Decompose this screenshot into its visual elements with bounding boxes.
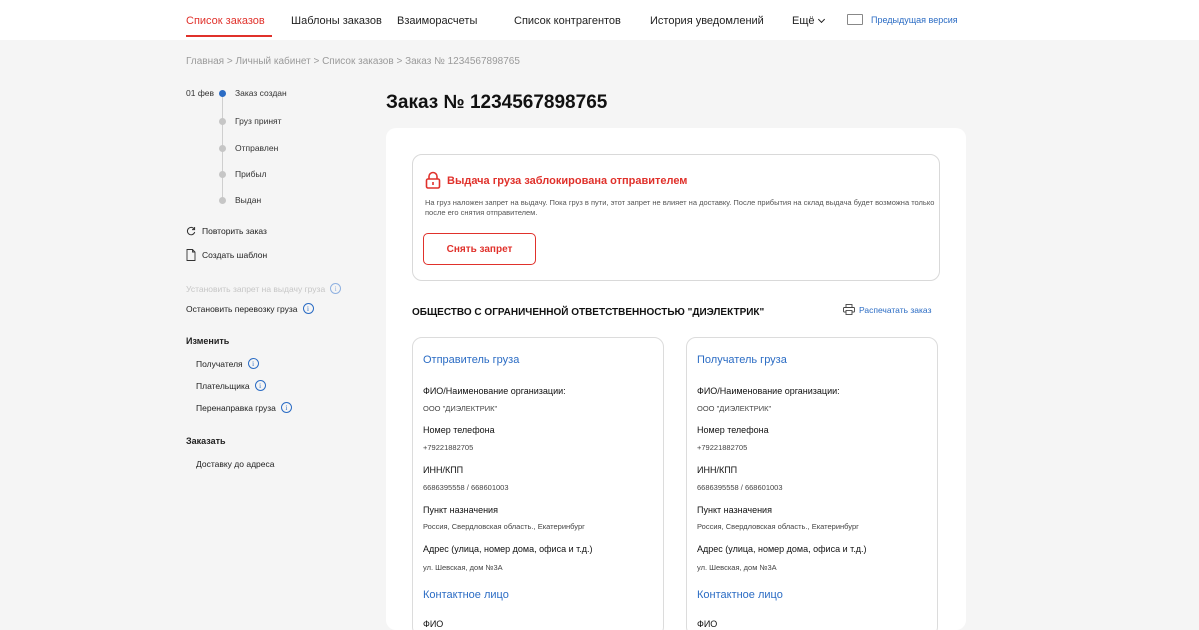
receiver-phone-label: Номер телефона — [697, 425, 769, 435]
change-section-title: Изменить — [186, 336, 230, 346]
change-receiver-link[interactable]: Получателя i — [196, 358, 259, 369]
timeline-step-created: Заказ создан — [219, 88, 287, 98]
release-blocked-alert: Выдача груза заблокирована отправителем … — [412, 154, 940, 281]
receiver-contact-title: Контактное лицо — [697, 589, 783, 601]
redirect-cargo-label: Перенаправка груза — [196, 402, 276, 413]
timeline-dot — [219, 196, 226, 204]
previous-version-label: Предыдущая версия — [871, 14, 958, 25]
timeline-date: 01 фев — [186, 88, 215, 98]
sender-point-label: Пункт назначения — [423, 505, 498, 515]
page-title: Заказ № 1234567898765 — [386, 92, 608, 113]
receiver-point-value: Россия, Свердловская область., Екатеринб… — [697, 522, 859, 531]
change-receiver-label: Получателя — [196, 358, 243, 369]
order-address-delivery-link[interactable]: Доставку до адреса — [196, 459, 274, 469]
stop-transport-link[interactable]: Остановить перевозку груза i — [186, 303, 314, 314]
change-payer-label: Плательщика — [196, 380, 250, 391]
timeline-step-arrived: Прибыл — [219, 169, 267, 179]
print-order-button[interactable]: Распечатать заказ — [843, 304, 931, 315]
receiver-inn-label: ИНН/КПП — [697, 465, 738, 475]
receiver-point-label: Пункт назначения — [697, 505, 772, 515]
sender-inn-label: ИНН/КПП — [423, 465, 464, 475]
redirect-cargo-link[interactable]: Перенаправка груза i — [196, 402, 292, 413]
sender-address-value: ул. Шевская, дом №3А — [423, 563, 503, 572]
order-address-delivery-label: Доставку до адреса — [196, 459, 275, 469]
alert-title: Выдача груза заблокирована отправителем — [447, 175, 688, 187]
info-icon: i — [330, 283, 342, 294]
timeline-dot-current — [219, 89, 226, 97]
company-name: ОБЩЕСТВО С ОГРАНИЧЕННОЙ ОТВЕТСТВЕННОСТЬЮ… — [412, 307, 765, 318]
sender-fio-label: ФИО — [423, 619, 444, 629]
info-icon[interactable]: i — [254, 380, 266, 391]
lock-icon — [425, 171, 441, 189]
timeline-dot — [219, 144, 226, 152]
receiver-address-value: ул. Шевская, дом №3А — [697, 563, 777, 572]
chevron-down-icon — [817, 15, 825, 24]
create-template-label: Создать шаблон — [202, 250, 268, 260]
timeline-step-label: Заказ создан — [235, 88, 287, 98]
sender-phone-label: Номер телефона — [423, 425, 495, 435]
receiver-title: Получатель груза — [697, 354, 787, 366]
active-tab-indicator — [186, 35, 272, 37]
sender-point-value: Россия, Свердловская область., Екатеринб… — [423, 522, 585, 531]
receiver-name-value: ООО "ДИЭЛЕКТРИК" — [697, 404, 772, 413]
nav-notification-history[interactable]: История уведомлений — [650, 15, 764, 27]
remove-ban-button[interactable]: Снять запрет — [423, 233, 536, 265]
timeline-step-label: Отправлен — [235, 143, 279, 153]
nav-more-label: Ещё — [792, 15, 815, 27]
timeline-step-issued: Выдан — [219, 195, 261, 205]
nav-order-templates[interactable]: Шаблоны заказов — [291, 15, 382, 27]
info-icon[interactable]: i — [247, 358, 259, 369]
set-release-ban-link: Установить запрет на выдачу груза i — [186, 283, 342, 294]
sender-title: Отправитель груза — [423, 354, 520, 366]
nav-settlements[interactable]: Взаиморасчеты — [397, 15, 477, 27]
previous-version-link[interactable]: Предыдущая версия — [847, 14, 958, 25]
refresh-icon — [186, 226, 196, 236]
sender-address-label: Адрес (улица, номер дома, офиса и т.д.) — [423, 544, 593, 554]
order-status-timeline: 01 фев Заказ создан Груз принят Отправле… — [186, 88, 366, 213]
create-template-button[interactable]: Создать шаблон — [186, 249, 267, 261]
nav-counterparties[interactable]: Список контрагентов — [514, 15, 621, 27]
set-release-ban-label: Установить запрет на выдачу груза — [186, 283, 326, 294]
stop-transport-label: Остановить перевозку груза — [186, 303, 298, 314]
sender-inn-value: 6686395558 / 668601003 — [423, 483, 509, 492]
repeat-order-button[interactable]: Повторить заказ — [186, 226, 267, 236]
toggle-icon — [847, 14, 863, 25]
receiver-name-label: ФИО/Наименование организации: — [697, 386, 840, 396]
repeat-order-label: Повторить заказ — [202, 226, 267, 236]
printer-icon — [843, 304, 855, 315]
receiver-card: Получатель груза ФИО/Наименование органи… — [686, 337, 938, 630]
print-order-label: Распечатать заказ — [859, 304, 932, 315]
sender-phone-value: +79221882705 — [423, 443, 474, 452]
sender-contact-title: Контактное лицо — [423, 589, 509, 601]
nav-orders-list[interactable]: Список заказов — [186, 15, 265, 27]
sender-card: Отправитель груза ФИО/Наименование орган… — [412, 337, 664, 630]
timeline-step-label: Выдан — [235, 195, 262, 205]
change-payer-link[interactable]: Плательщика i — [196, 380, 266, 391]
alert-text: На груз наложен запрет на выдачу. Пока г… — [425, 198, 935, 217]
top-navigation: Список заказов Шаблоны заказов Взаиморас… — [0, 0, 1199, 40]
timeline-dot — [219, 117, 226, 125]
timeline-step-accepted: Груз принят — [219, 116, 282, 126]
breadcrumb[interactable]: Главная > Личный кабинет > Список заказо… — [186, 56, 520, 67]
nav-more[interactable]: Ещё — [792, 15, 825, 27]
order-section-title: Заказать — [186, 436, 226, 446]
receiver-address-label: Адрес (улица, номер дома, офиса и т.д.) — [697, 544, 867, 554]
timeline-dot — [219, 170, 226, 178]
receiver-fio-label: ФИО — [697, 619, 718, 629]
info-icon[interactable]: i — [280, 402, 292, 413]
document-icon — [186, 249, 196, 261]
sender-name-label: ФИО/Наименование организации: — [423, 386, 566, 396]
receiver-phone-value: +79221882705 — [697, 443, 748, 452]
timeline-step-label: Прибыл — [235, 169, 267, 179]
receiver-inn-value: 6686395558 / 668601003 — [697, 483, 783, 492]
sender-name-value: ООО "ДИЭЛЕКТРИК" — [423, 404, 498, 413]
info-icon[interactable]: i — [302, 303, 314, 314]
timeline-step-sent: Отправлен — [219, 143, 278, 153]
timeline-step-label: Груз принят — [235, 116, 282, 126]
